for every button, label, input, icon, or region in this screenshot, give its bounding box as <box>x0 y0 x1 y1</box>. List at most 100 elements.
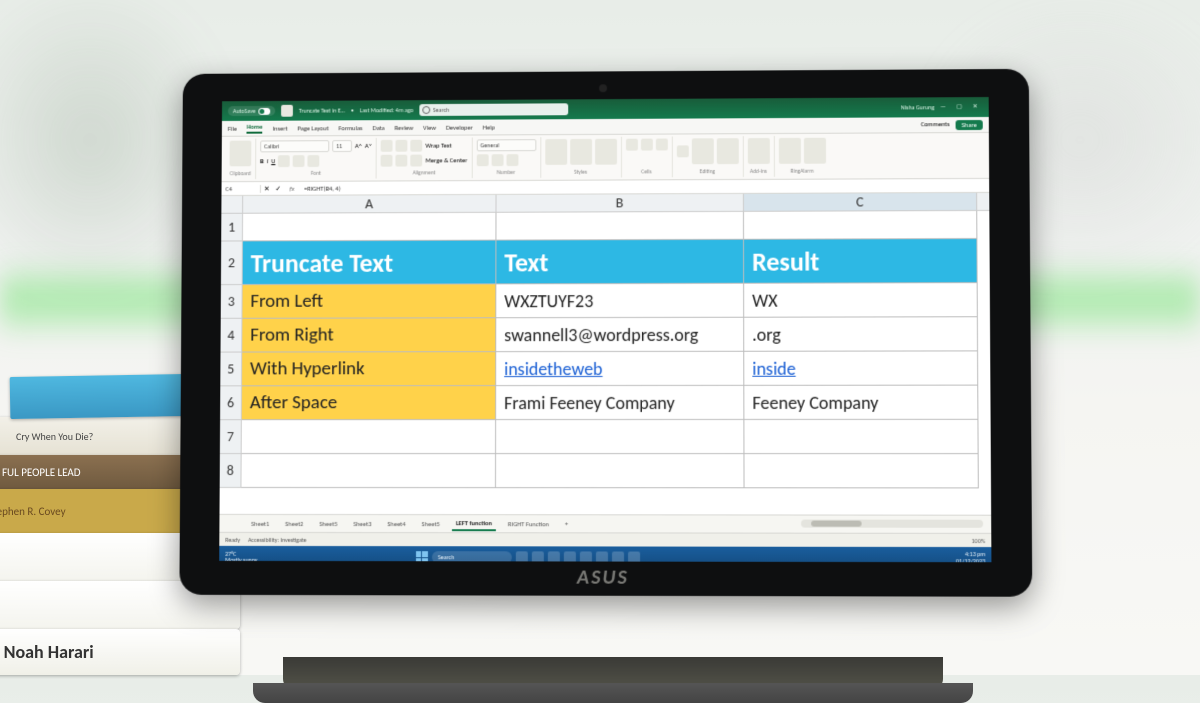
taskbar-clock[interactable]: 4:13 pm 01/12/2023 <box>956 551 985 562</box>
ringalarm-icon[interactable] <box>803 138 825 164</box>
align-center-icon[interactable] <box>396 155 408 167</box>
row-header[interactable]: 8 <box>220 454 242 488</box>
percent-icon[interactable] <box>491 154 503 166</box>
cell[interactable] <box>241 454 496 488</box>
currency-icon[interactable] <box>476 154 488 166</box>
enter-icon[interactable]: ✓ <box>272 184 283 192</box>
taskbar-app-icon[interactable] <box>628 552 640 563</box>
formula-input[interactable]: =RIGHT(B4, 4) <box>300 181 989 192</box>
name-box[interactable]: C4 <box>222 184 261 192</box>
sheet-tab[interactable]: Sheet5 <box>418 518 444 530</box>
format-cells-icon[interactable] <box>655 139 667 151</box>
taskbar-search[interactable]: Search <box>432 551 512 562</box>
italic-button[interactable]: I <box>267 157 269 165</box>
border-icon[interactable] <box>278 155 290 167</box>
tab-developer[interactable]: Developer <box>446 123 473 131</box>
select-all-corner[interactable] <box>221 196 243 213</box>
font-size-input[interactable]: 11 <box>332 140 352 152</box>
number-format-select[interactable]: General <box>476 139 536 151</box>
taskbar-app-icon[interactable] <box>564 551 576 562</box>
format-as-table-icon[interactable] <box>570 139 592 165</box>
taskbar-app-icon[interactable] <box>516 551 528 562</box>
fill-color-icon[interactable] <box>293 155 305 167</box>
cell[interactable]: Feeney Company <box>744 386 978 420</box>
add-sheet-button[interactable]: + <box>561 518 572 530</box>
status-accessibility[interactable]: Accessibility: Investigate <box>248 535 306 543</box>
sheet-tab-active[interactable]: LEFT function <box>452 517 496 531</box>
sheet-tab[interactable]: Sheet3 <box>349 518 375 530</box>
fx-icon[interactable]: fx <box>284 184 301 192</box>
row-header[interactable]: 7 <box>220 420 242 454</box>
tab-page-layout[interactable]: Page Layout <box>297 124 328 132</box>
taskbar-weather[interactable]: 27°C Mostly sunny <box>225 551 257 562</box>
font-name-input[interactable]: Calibri <box>260 140 329 152</box>
cell[interactable]: Frami Feeney Company <box>496 386 744 420</box>
tab-data[interactable]: Data <box>372 124 384 132</box>
cell-styles-icon[interactable] <box>595 139 617 165</box>
addins-icon[interactable] <box>747 138 769 164</box>
cancel-icon[interactable]: ✕ <box>261 184 272 192</box>
autosave-toggle[interactable]: AutoSave <box>228 106 275 116</box>
underline-button[interactable]: U <box>271 157 275 165</box>
tab-view[interactable]: View <box>423 123 436 131</box>
conditional-formatting-icon[interactable] <box>545 139 567 165</box>
cell[interactable]: With Hyperlink <box>242 352 496 386</box>
cell[interactable]: WXZTUYF23 <box>496 284 744 319</box>
zoom-level[interactable]: 100% <box>972 536 986 544</box>
tab-review[interactable]: Review <box>394 123 413 131</box>
search-input[interactable]: Search <box>419 103 568 116</box>
row-header[interactable]: 2 <box>221 241 243 285</box>
wrap-text-button[interactable]: Wrap Text <box>425 142 451 150</box>
cell[interactable]: From Left <box>242 284 496 318</box>
share-button[interactable]: Share <box>956 119 983 129</box>
cell[interactable] <box>744 454 978 488</box>
sort-filter-icon[interactable] <box>691 138 713 164</box>
decrease-font-icon[interactable]: A˅ <box>365 142 372 150</box>
horizontal-scrollbar[interactable] <box>801 520 983 528</box>
insert-cells-icon[interactable] <box>625 139 637 151</box>
row-header[interactable]: 1 <box>221 214 243 242</box>
analyze-data-icon[interactable] <box>778 138 800 164</box>
tab-file[interactable]: File <box>228 124 237 132</box>
cell-hyperlink[interactable]: inside <box>744 351 978 385</box>
column-header-c[interactable]: C <box>744 193 977 211</box>
minimize-icon[interactable]: — <box>940 102 950 112</box>
bold-button[interactable]: B <box>260 157 264 165</box>
align-middle-icon[interactable] <box>396 140 408 152</box>
cell[interactable]: WX <box>744 283 978 318</box>
align-top-icon[interactable] <box>381 140 393 152</box>
cell[interactable] <box>242 420 496 454</box>
maximize-icon[interactable]: ▢ <box>956 102 966 112</box>
cell[interactable]: From Right <box>242 318 496 352</box>
align-bottom-icon[interactable] <box>411 140 423 152</box>
increase-font-icon[interactable]: A^ <box>355 142 362 150</box>
sheet-tab[interactable]: Sheet4 <box>383 518 409 530</box>
cell[interactable] <box>243 213 497 242</box>
cell[interactable] <box>496 454 745 488</box>
cell[interactable] <box>744 420 978 454</box>
taskbar-app-icon[interactable] <box>580 551 592 562</box>
delete-cells-icon[interactable] <box>640 139 652 151</box>
sheet-tab[interactable]: Sheet5 <box>315 518 341 530</box>
align-right-icon[interactable] <box>411 155 423 167</box>
user-name[interactable]: Nisha Gurung <box>901 103 934 111</box>
find-select-icon[interactable] <box>716 138 738 164</box>
start-button[interactable] <box>416 551 428 562</box>
font-color-icon[interactable] <box>308 155 320 167</box>
cell[interactable] <box>496 420 744 454</box>
taskbar-app-icon[interactable] <box>596 551 608 562</box>
column-header-a[interactable]: A <box>243 195 496 213</box>
row-header[interactable]: 6 <box>220 386 242 420</box>
align-left-icon[interactable] <box>381 155 393 167</box>
tab-formulas[interactable]: Formulas <box>339 124 363 132</box>
sheet-tab[interactable]: Sheet2 <box>281 517 307 529</box>
cell[interactable] <box>496 212 744 241</box>
row-header[interactable]: 5 <box>220 353 242 387</box>
merge-center-button[interactable]: Merge & Center <box>425 156 467 164</box>
tab-insert[interactable]: Insert <box>272 124 287 132</box>
cell[interactable] <box>744 211 977 240</box>
cell-header[interactable]: Truncate Text <box>243 241 497 285</box>
tab-help[interactable]: Help <box>483 123 495 131</box>
taskbar-app-icon[interactable] <box>612 552 624 563</box>
taskbar-app-icon[interactable] <box>548 551 560 562</box>
